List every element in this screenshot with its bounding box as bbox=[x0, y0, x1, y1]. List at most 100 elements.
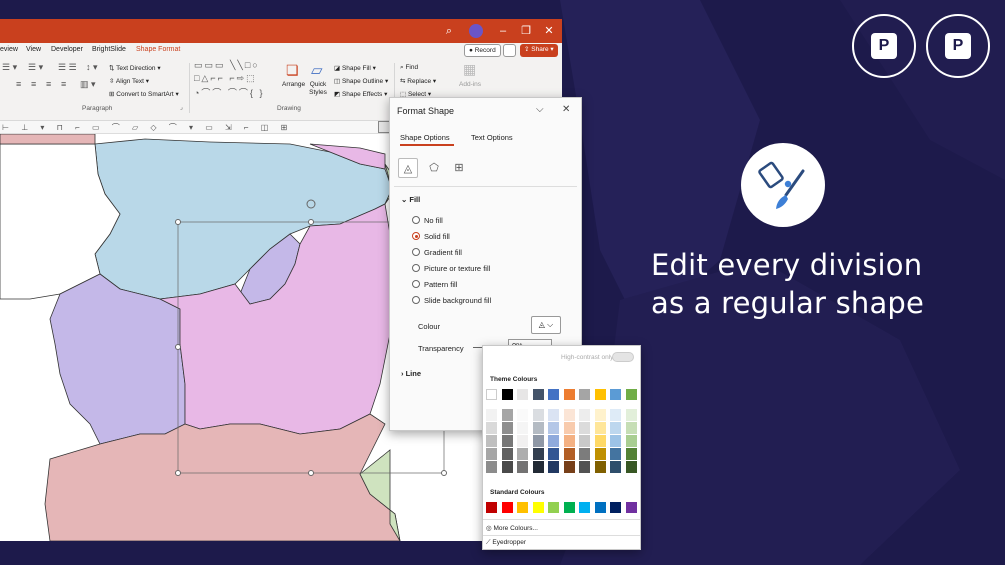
search-icon[interactable]: ⌕ bbox=[441, 23, 457, 39]
standard-colour-swatch[interactable] bbox=[594, 502, 606, 513]
theme-colour-shade-swatch[interactable] bbox=[610, 422, 621, 434]
theme-colour-shade-swatch[interactable] bbox=[563, 422, 575, 434]
theme-colour-shade-swatch[interactable] bbox=[517, 409, 528, 421]
theme-colour-shade-swatch[interactable] bbox=[501, 448, 513, 460]
add-ins-icon[interactable]: ▦ bbox=[463, 61, 476, 78]
add-ins-label[interactable]: Add-ins bbox=[459, 81, 481, 88]
pentagon-icon[interactable]: ⬠ bbox=[424, 158, 444, 178]
resize-handle[interactable] bbox=[441, 470, 447, 476]
theme-colour-shade-swatch[interactable] bbox=[625, 409, 637, 421]
theme-colour-shade-swatch[interactable] bbox=[548, 461, 559, 473]
radio-solid-fill[interactable] bbox=[412, 232, 420, 240]
theme-colour-shade-swatch[interactable] bbox=[594, 448, 606, 460]
minimize-icon[interactable]: – bbox=[495, 23, 511, 39]
theme-colour-shade-swatch[interactable] bbox=[579, 461, 590, 473]
theme-colour-shade-swatch[interactable] bbox=[517, 435, 528, 447]
resize-handle[interactable] bbox=[308, 470, 314, 476]
paragraph-launcher-icon[interactable]: ⌟ bbox=[180, 104, 183, 111]
menu-review[interactable]: eview bbox=[0, 46, 18, 53]
theme-colour-shade-swatch[interactable] bbox=[486, 409, 497, 421]
theme-colour-swatch[interactable] bbox=[532, 389, 544, 400]
theme-colour-swatch[interactable] bbox=[579, 389, 590, 400]
theme-colour-shade-swatch[interactable] bbox=[548, 422, 559, 434]
radio-label-slide-bg-fill[interactable]: Slide background fill bbox=[424, 296, 491, 305]
bullets-icon[interactable]: ☰ ▾ bbox=[2, 62, 17, 73]
align-right-icon[interactable]: ≡ bbox=[46, 79, 51, 89]
theme-colour-shade-swatch[interactable] bbox=[610, 461, 621, 473]
theme-colour-shade-swatch[interactable] bbox=[579, 435, 590, 447]
colour-picker-button[interactable]: ◬ ⌵ bbox=[531, 316, 561, 334]
standard-colour-swatch[interactable] bbox=[579, 502, 590, 513]
text-direction-button[interactable]: ⇅ Text Direction ▾ bbox=[109, 64, 161, 72]
theme-colour-shade-swatch[interactable] bbox=[594, 409, 606, 421]
standard-colour-swatch[interactable] bbox=[517, 502, 528, 513]
theme-colour-shade-swatch[interactable] bbox=[625, 435, 637, 447]
menu-brightslide[interactable]: BrightSlide bbox=[92, 46, 126, 53]
theme-colour-swatch[interactable] bbox=[517, 389, 528, 400]
menu-view[interactable]: View bbox=[26, 46, 41, 53]
theme-colour-shade-swatch[interactable] bbox=[610, 435, 621, 447]
theme-colour-shade-swatch[interactable] bbox=[486, 448, 497, 460]
tab-text-options[interactable]: Text Options bbox=[471, 133, 513, 142]
theme-colour-shade-swatch[interactable] bbox=[486, 461, 497, 473]
theme-colour-swatch[interactable] bbox=[548, 389, 559, 400]
theme-colour-swatch[interactable] bbox=[563, 389, 575, 400]
theme-colour-shade-swatch[interactable] bbox=[579, 448, 590, 460]
arrange-label[interactable]: Arrange bbox=[282, 81, 305, 88]
align-left-icon[interactable]: ≡ bbox=[16, 79, 21, 89]
eyedropper-button[interactable]: ⟋ Eyedropper bbox=[486, 539, 526, 547]
indent-icon[interactable]: ☰ ☰ bbox=[58, 62, 77, 73]
theme-colour-shade-swatch[interactable] bbox=[563, 461, 575, 473]
radio-label-picture-fill[interactable]: Picture or texture fill bbox=[424, 264, 490, 273]
theme-colour-shade-swatch[interactable] bbox=[486, 435, 497, 447]
tab-shape-options[interactable]: Shape Options bbox=[400, 133, 450, 142]
resize-handle[interactable] bbox=[175, 344, 181, 350]
shapes-gallery-row-2[interactable]: □△⌐⌐ ⌐⇨⬚ bbox=[194, 73, 257, 84]
radio-label-solid-fill[interactable]: Solid fill bbox=[424, 232, 450, 241]
theme-colour-shade-swatch[interactable] bbox=[594, 461, 606, 473]
theme-colour-shade-swatch[interactable] bbox=[486, 422, 497, 434]
map-region-top-rose[interactable] bbox=[0, 133, 96, 145]
comments-button[interactable] bbox=[503, 44, 516, 57]
theme-colour-swatch[interactable] bbox=[594, 389, 606, 400]
close-icon[interactable]: ✕ bbox=[541, 23, 557, 39]
fill-section-header[interactable]: ⌄ Fill bbox=[401, 195, 420, 204]
more-colours-button[interactable]: ◎ More Colours... bbox=[486, 524, 538, 532]
radio-no-fill[interactable] bbox=[412, 216, 420, 224]
theme-colour-shade-swatch[interactable] bbox=[594, 422, 606, 434]
theme-colour-shade-swatch[interactable] bbox=[610, 409, 621, 421]
quick-access-icons[interactable]: ⊢ ⊥ ▾ ⊓ ⌐ ▭ ⌒ ▱ ◇ ⌒ ▾ ▭ ⇲ ⌐ ◫ ⊞ bbox=[2, 122, 292, 133]
replace-button[interactable]: ⇆ Replace ▾ bbox=[400, 77, 436, 85]
theme-colour-shade-swatch[interactable] bbox=[563, 448, 575, 460]
columns-icon[interactable]: ▥ ▾ bbox=[80, 79, 96, 90]
align-text-button[interactable]: ⇳ Align Text ▾ bbox=[109, 77, 149, 85]
theme-colour-shade-swatch[interactable] bbox=[625, 448, 637, 460]
theme-colour-swatch[interactable] bbox=[501, 389, 513, 400]
theme-colour-shade-swatch[interactable] bbox=[532, 409, 544, 421]
theme-colour-shade-swatch[interactable] bbox=[563, 435, 575, 447]
theme-colour-shade-swatch[interactable] bbox=[532, 448, 544, 460]
resize-handle[interactable] bbox=[308, 219, 314, 225]
menu-developer[interactable]: Developer bbox=[51, 46, 83, 53]
theme-colour-shade-swatch[interactable] bbox=[548, 435, 559, 447]
theme-colour-shade-swatch[interactable] bbox=[517, 461, 528, 473]
pane-close-icon[interactable]: ✕ bbox=[562, 104, 570, 115]
theme-colour-shade-swatch[interactable] bbox=[517, 422, 528, 434]
high-contrast-toggle[interactable] bbox=[612, 352, 634, 362]
align-center-icon[interactable]: ≡ bbox=[31, 79, 36, 89]
avatar[interactable] bbox=[469, 24, 483, 38]
line-section-header[interactable]: › Line bbox=[401, 369, 421, 378]
theme-colour-shade-swatch[interactable] bbox=[501, 409, 513, 421]
radio-gradient-fill[interactable] bbox=[412, 248, 420, 256]
standard-colour-swatch[interactable] bbox=[548, 502, 559, 513]
standard-colour-swatch[interactable] bbox=[610, 502, 621, 513]
convert-smartart-button[interactable]: ⊞ Convert to SmartArt ▾ bbox=[109, 90, 179, 98]
theme-colour-shade-swatch[interactable] bbox=[625, 461, 637, 473]
share-button[interactable]: ⇪ Share ▾ bbox=[520, 44, 558, 57]
theme-colour-shade-swatch[interactable] bbox=[548, 409, 559, 421]
numbering-icon[interactable]: ☰ ▾ bbox=[28, 62, 43, 73]
theme-colour-swatch[interactable] bbox=[625, 389, 637, 400]
standard-colour-swatch[interactable] bbox=[486, 502, 497, 513]
pane-options-chevron-icon[interactable]: ⌵ bbox=[536, 104, 544, 115]
shape-fill-button[interactable]: ◪ Shape Fill ▾ bbox=[334, 64, 376, 72]
